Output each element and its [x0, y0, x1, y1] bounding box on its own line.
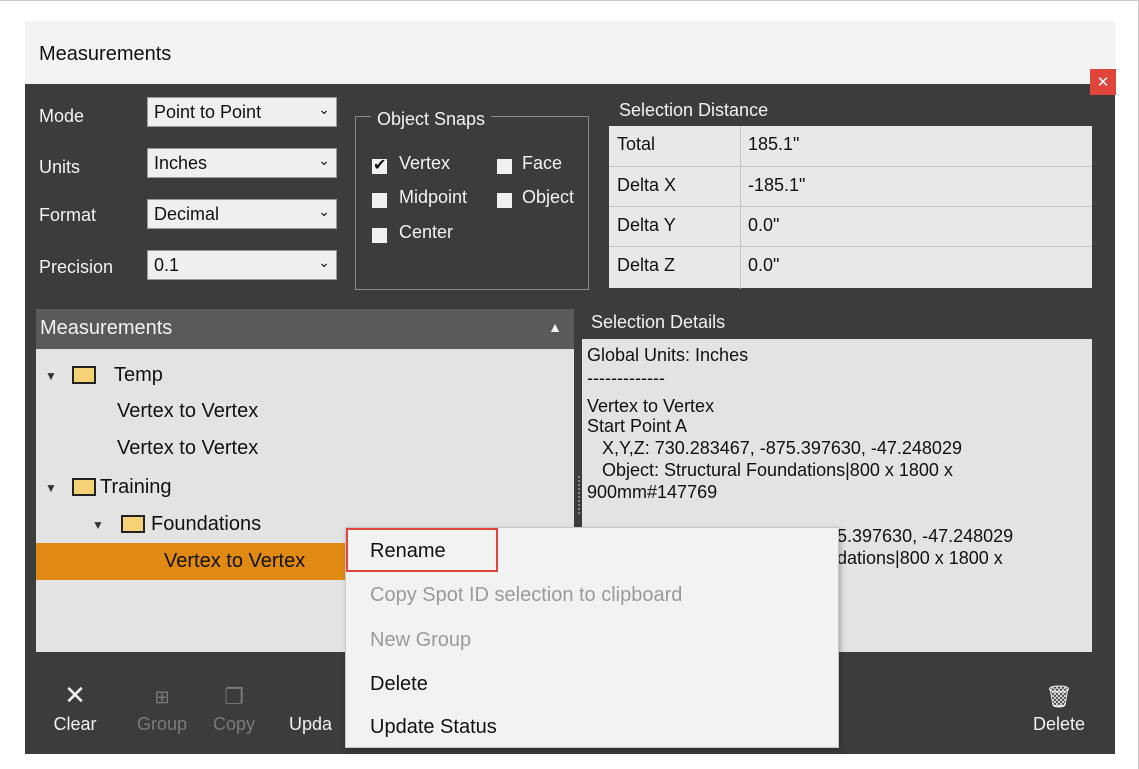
menu-item-update-status[interactable]: Update Status: [370, 716, 497, 739]
expand-triangle-icon[interactable]: ▼: [45, 369, 57, 383]
title-bar: Measurements: [25, 21, 1115, 84]
expand-triangle-icon[interactable]: ▼: [45, 481, 57, 495]
measurements-panel-header[interactable]: Measurements ▲: [36, 309, 574, 349]
context-menu: Rename Copy Spot ID selection to clipboa…: [345, 527, 839, 748]
distance-value: -185.1": [748, 175, 806, 195]
close-button[interactable]: ✕: [1090, 69, 1116, 95]
copy-button[interactable]: ❐ Copy: [206, 680, 262, 735]
detail-line: dations|800 x 1800 x: [837, 548, 1003, 568]
update-button[interactable]: Upda: [289, 714, 349, 735]
distance-row-total: Total 185.1": [609, 126, 1092, 166]
menu-item-new-group[interactable]: New Group: [370, 629, 471, 652]
selection-distance-table: Total 185.1" Delta X -185.1" Delta Y 0.0…: [609, 126, 1092, 289]
detail-line: Global Units: Inches: [587, 345, 749, 365]
distance-row-delta-y: Delta Y 0.0": [609, 206, 1092, 247]
format-value: Decimal: [154, 204, 220, 224]
tree-folder-temp[interactable]: ▼ Temp: [36, 357, 574, 394]
tree-item[interactable]: Vertex to Vertex: [36, 431, 574, 468]
midpoint-checkbox[interactable]: [372, 193, 387, 208]
tree-label: Vertex to Vertex: [117, 400, 259, 422]
tree-label: Vertex to Vertex: [117, 437, 259, 459]
detail-line: -------------: [587, 368, 665, 388]
group-button[interactable]: ⊞ Group: [132, 680, 192, 735]
distance-value: 0.0": [748, 255, 780, 275]
distance-name: Delta Y: [617, 215, 676, 235]
midpoint-label: Midpoint: [399, 187, 468, 207]
tree-label: Temp: [114, 364, 163, 386]
delete-label: Delete: [1032, 714, 1086, 734]
window-title: Measurements: [39, 43, 172, 65]
menu-item-rename[interactable]: Rename: [370, 540, 446, 563]
selection-details-title: Selection Details: [591, 312, 726, 332]
selection-distance-title: Selection Distance: [619, 100, 769, 120]
units-select[interactable]: Inches ⌄: [147, 148, 337, 178]
measurements-header-title: Measurements: [40, 317, 173, 339]
clear-button[interactable]: ✕ Clear: [53, 680, 97, 735]
object-label: Object: [522, 187, 575, 207]
precision-select[interactable]: 0.1 ⌄: [147, 250, 337, 280]
clear-label: Clear: [53, 714, 97, 734]
tree-folder-training[interactable]: ▼ Training: [36, 469, 574, 506]
menu-item-delete[interactable]: Delete: [370, 673, 428, 696]
units-label: Units: [39, 157, 81, 177]
mode-select[interactable]: Point to Point ⌄: [147, 97, 337, 127]
format-label: Format: [39, 205, 97, 225]
distance-row-delta-x: Delta X -185.1": [609, 166, 1092, 207]
precision-value: 0.1: [154, 255, 180, 275]
collapse-icon[interactable]: ▲: [548, 319, 562, 335]
distance-value: 185.1": [748, 134, 800, 154]
add-group-icon: ⊞: [154, 687, 170, 707]
chevron-down-icon: ⌄: [318, 152, 330, 168]
chevron-down-icon: ⌄: [318, 203, 330, 219]
detail-line: Vertex to Vertex: [587, 396, 715, 416]
center-checkbox[interactable]: [372, 228, 387, 243]
folder-icon: [121, 515, 145, 533]
group-label: Group: [136, 714, 188, 734]
expand-triangle-icon[interactable]: ▼: [92, 518, 104, 532]
folder-icon: [72, 366, 96, 384]
chevron-down-icon: ⌄: [318, 101, 330, 117]
precision-label: Precision: [39, 257, 114, 277]
menu-item-copy-spot-id[interactable]: Copy Spot ID selection to clipboard: [370, 584, 682, 607]
tree-label: Training: [100, 476, 172, 498]
vertex-checkbox[interactable]: [372, 155, 387, 175]
distance-name: Total: [617, 134, 656, 154]
tree-label: Vertex to Vertex: [164, 550, 306, 572]
clear-x-icon: ✕: [64, 680, 86, 710]
detail-line: Object: Structural Foundations|800 x 180…: [587, 460, 953, 480]
detail-line: 900mm#147769: [587, 482, 718, 502]
distance-name: Delta Z: [617, 255, 676, 275]
format-select[interactable]: Decimal ⌄: [147, 199, 337, 229]
splitter-handle[interactable]: [578, 476, 582, 514]
detail-line: 5.397630, -47.248029: [837, 526, 1014, 546]
delete-button[interactable]: 🗑 Delete: [1029, 680, 1089, 735]
update-label: Upda: [289, 714, 333, 734]
face-label: Face: [522, 153, 563, 173]
object-checkbox[interactable]: [497, 193, 512, 208]
distance-value: 0.0": [748, 215, 780, 235]
mode-value: Point to Point: [154, 102, 262, 122]
detail-line: Start Point A: [587, 416, 688, 436]
distance-name: Delta X: [617, 175, 677, 195]
object-snaps-title: Object Snaps: [371, 109, 492, 130]
vertex-label: Vertex: [399, 153, 451, 173]
copy-label: Copy: [212, 714, 256, 734]
center-label: Center: [399, 222, 454, 242]
copy-icon: ❐: [224, 684, 244, 709]
trash-icon: 🗑: [1045, 684, 1073, 709]
mode-label: Mode: [39, 106, 85, 126]
distance-row-delta-z: Delta Z 0.0": [609, 246, 1092, 289]
units-value: Inches: [154, 153, 208, 173]
tree-item[interactable]: Vertex to Vertex: [36, 394, 574, 431]
face-checkbox[interactable]: [497, 159, 512, 174]
detail-line: X,Y,Z: 730.283467, -875.397630, -47.2480…: [587, 438, 962, 458]
folder-icon: [72, 478, 96, 496]
tree-label: Foundations: [151, 513, 262, 535]
chevron-down-icon: ⌄: [318, 254, 330, 270]
close-icon: ✕: [1096, 74, 1110, 91]
